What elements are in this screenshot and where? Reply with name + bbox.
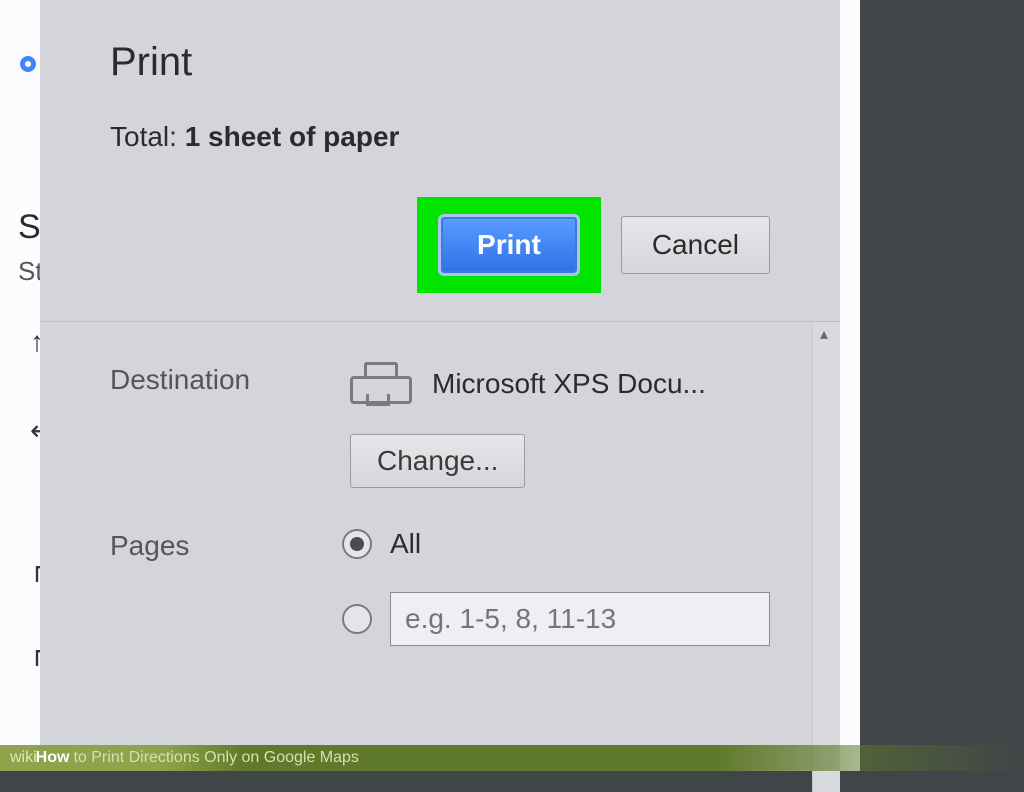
- total-prefix: Total:: [110, 121, 185, 152]
- dialog-body: ▴ Destination Microsoft XPS Docu... Chan…: [40, 322, 840, 718]
- destination-line: Microsoft XPS Docu...: [350, 362, 770, 406]
- printer-icon: [350, 362, 406, 406]
- pages-row: Pages All: [110, 528, 770, 678]
- logo-circle-icon: [20, 56, 36, 72]
- pages-all-option[interactable]: All: [342, 528, 770, 560]
- button-row: Print Cancel: [110, 197, 770, 293]
- footer-wiki: wiki: [10, 749, 37, 767]
- pages-label: Pages: [110, 528, 342, 678]
- destination-row: Destination Microsoft XPS Docu... Change…: [110, 362, 770, 488]
- highlight-box: Print: [417, 197, 601, 293]
- total-count: 1 sheet of paper: [185, 121, 400, 152]
- pages-range-option[interactable]: [342, 592, 770, 646]
- footer-how: How: [36, 749, 70, 767]
- print-dialog: Print Total: 1 sheet of paper Print Canc…: [40, 0, 840, 770]
- pages-options: All: [342, 528, 770, 678]
- pages-range-input[interactable]: [390, 592, 770, 646]
- pages-all-label: All: [390, 528, 421, 560]
- total-summary: Total: 1 sheet of paper: [110, 121, 770, 153]
- footer-caption: wikiHow to Print Directions Only on Goog…: [0, 745, 1024, 771]
- change-destination-button[interactable]: Change...: [350, 434, 525, 488]
- footer-rest: to Print Directions Only on Google Maps: [73, 749, 358, 767]
- print-button[interactable]: Print: [441, 217, 577, 273]
- cancel-button[interactable]: Cancel: [621, 216, 770, 274]
- radio-all[interactable]: [342, 529, 372, 559]
- scrollbar[interactable]: ▴: [812, 322, 840, 792]
- radio-range[interactable]: [342, 604, 372, 634]
- destination-label: Destination: [110, 362, 350, 488]
- dialog-title: Print: [110, 40, 770, 85]
- destination-value-col: Microsoft XPS Docu... Change...: [350, 362, 770, 488]
- dialog-header: Print Total: 1 sheet of paper Print Canc…: [40, 0, 840, 322]
- destination-name: Microsoft XPS Docu...: [432, 368, 706, 400]
- scroll-up-icon[interactable]: ▴: [820, 324, 828, 344]
